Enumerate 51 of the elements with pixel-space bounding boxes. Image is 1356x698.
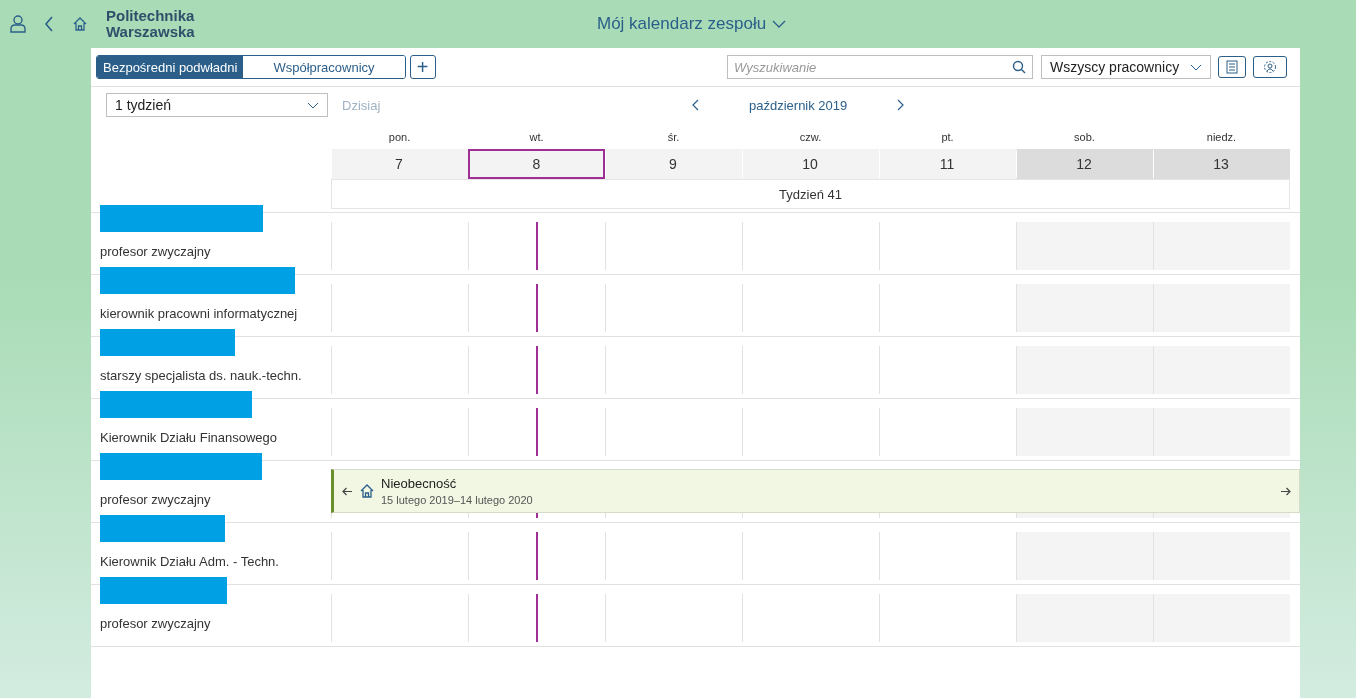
left-arrow-icon[interactable]	[342, 486, 353, 496]
chevron-down-icon[interactable]	[772, 20, 787, 28]
filter-value: Wszyscy pracownicy	[1050, 59, 1180, 75]
right-arrow-icon[interactable]	[1280, 486, 1291, 496]
add-button[interactable]: +	[409, 55, 436, 79]
next-icon[interactable]	[897, 99, 906, 111]
date-cell[interactable]: 7	[331, 149, 468, 179]
date-cell[interactable]: 13	[1153, 149, 1290, 179]
date-cell[interactable]: 11	[879, 149, 1016, 179]
weekday-label: pon.	[387, 130, 412, 145]
job-title: profesor zwyczajny	[100, 616, 212, 631]
home-icon[interactable]	[359, 483, 375, 499]
logo-text: Politechnika Warszawska	[106, 8, 195, 40]
employee-filter-dropdown[interactable]: Wszyscy pracownicy	[1041, 55, 1211, 79]
search-field[interactable]: Wyszukiwanie	[727, 55, 1033, 79]
job-title: profesor zwyczajny	[100, 244, 212, 259]
view-tab[interactable]: Bezpośredni podwładni	[97, 56, 244, 78]
job-title: Kierownik Działu Adm. - Techn.	[100, 554, 280, 569]
date-cell[interactable]: 10	[742, 149, 879, 179]
chevron-down-icon[interactable]	[307, 101, 319, 109]
month-label: październik 2019	[749, 97, 848, 113]
previous-icon[interactable]	[691, 99, 699, 111]
weekday-label: śr.	[666, 130, 681, 145]
absence-dates: 15 lutego 2019–14 lutego 2020	[381, 494, 534, 506]
date-cell[interactable]: 9	[605, 149, 742, 179]
back-icon[interactable]	[44, 16, 54, 32]
list-button[interactable]	[1218, 56, 1246, 78]
weekday-label: czw.	[798, 130, 823, 145]
job-title: profesor zwyczajny	[100, 492, 212, 507]
date-cell[interactable]: 8	[468, 149, 605, 179]
absence-bar[interactable]: Nieobecność 15 lutego 2019–14 lutego 2020	[331, 469, 1300, 513]
search-icon[interactable]	[1012, 60, 1026, 74]
home-icon[interactable]	[72, 16, 88, 32]
list-icon	[1226, 60, 1238, 74]
job-title: kierownik pracowni informatycznej	[100, 306, 299, 321]
period-value: 1 tydzień	[115, 97, 172, 113]
weekday-label: sob.	[1073, 130, 1096, 145]
job-title: starszy specjalista ds. nauk.-techn.	[100, 368, 303, 383]
team-settings-button[interactable]	[1253, 56, 1287, 78]
weekday-label: wt.	[528, 130, 545, 145]
gear-person-icon	[1262, 59, 1278, 75]
job-title: Kierownik Działu Finansowego	[100, 430, 279, 445]
date-cell[interactable]: 12	[1016, 149, 1153, 179]
period-dropdown[interactable]: 1 tydzień	[106, 93, 328, 117]
page-title[interactable]: Mój kalendarz zespołu	[597, 14, 767, 34]
chevron-down-icon[interactable]	[1190, 63, 1202, 71]
weekday-label: niedz.	[1205, 130, 1238, 145]
weekday-label: pt.	[940, 130, 955, 145]
user-icon[interactable]	[10, 15, 26, 33]
absence-label: Nieobecność	[381, 476, 458, 491]
week-label: Tydzień 41	[331, 179, 1290, 209]
